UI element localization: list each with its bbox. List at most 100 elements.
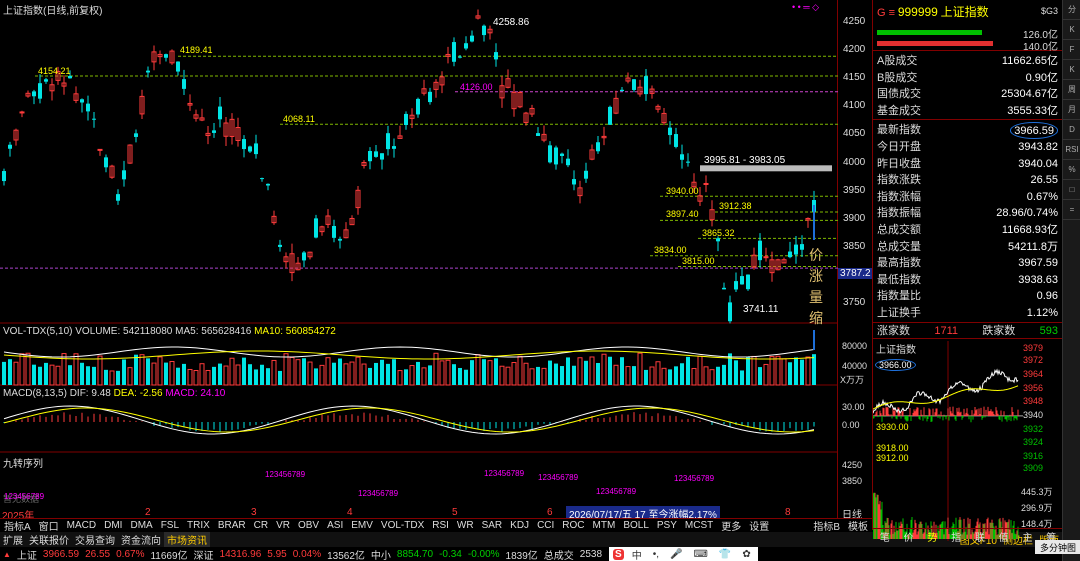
tab-value[interactable]: 值: [999, 529, 1009, 544]
minute-chart-icon[interactable]: 分: [1063, 0, 1080, 20]
tab-vol-tdx[interactable]: VOL-TDX: [377, 520, 428, 531]
intraday-chart[interactable]: 上证指数 3966.00 3930.00 3918.00 3912.00 397…: [873, 338, 1062, 543]
volume-bar: [637, 352, 643, 386]
volume-bar: [769, 356, 775, 386]
tab-vr[interactable]: VR: [272, 520, 294, 531]
tab-trix[interactable]: TRIX: [183, 520, 214, 531]
skin-icon[interactable]: 👕: [716, 549, 734, 560]
tab-brar[interactable]: BRAR: [214, 520, 250, 531]
tab-macd[interactable]: MACD: [63, 520, 100, 531]
ime-punct-icon[interactable]: •,: [650, 549, 662, 560]
zx-name[interactable]: 中小: [368, 547, 394, 561]
trade-query-button[interactable]: 交易查询: [72, 532, 118, 547]
macd-axis-tick: 30.00: [842, 402, 865, 412]
tab-index[interactable]: 指: [951, 529, 961, 544]
candle-body: [104, 157, 108, 168]
tab-indicator-b[interactable]: 指标B: [809, 518, 844, 533]
volume-bar: [218, 363, 222, 385]
candle-body: [668, 127, 672, 136]
tab-wr[interactable]: WR: [453, 520, 478, 531]
candle-body: [674, 134, 678, 147]
week-icon[interactable]: 周: [1063, 80, 1080, 100]
equal-icon[interactable]: =: [1063, 200, 1080, 220]
volume-bar: [235, 364, 241, 386]
tab-kdj[interactable]: KDJ: [506, 520, 533, 531]
tab-dma[interactable]: DMA: [126, 520, 156, 531]
level-label: 3834.00: [654, 245, 687, 255]
tab-roc[interactable]: ROC: [558, 520, 588, 531]
candle-body: [19, 111, 25, 114]
tab-rsi[interactable]: RSI: [428, 520, 453, 531]
volume-bar: [674, 366, 678, 385]
tab-window[interactable]: 窗口: [35, 518, 63, 533]
kline-icon[interactable]: K: [1063, 20, 1080, 40]
tab-mcst[interactable]: MCST: [681, 520, 717, 531]
tab-fsl[interactable]: FSL: [157, 520, 183, 531]
f-icon[interactable]: F: [1063, 40, 1080, 60]
tab-emv[interactable]: EMV: [347, 520, 377, 531]
expand-button[interactable]: 扩展: [0, 532, 26, 547]
rsi-icon[interactable]: RSI: [1063, 140, 1080, 160]
intraday-level: 3912.00: [876, 453, 909, 464]
tab-psy[interactable]: PSY: [653, 520, 681, 531]
intraday-svg: [873, 341, 1023, 542]
kline2-icon[interactable]: K: [1063, 60, 1080, 80]
tab-more[interactable]: 更多: [717, 518, 745, 533]
market-news-button[interactable]: 市场资讯: [164, 532, 210, 547]
tab-settings[interactable]: 设置: [745, 518, 773, 533]
tab-linked[interactable]: 联: [975, 529, 985, 544]
volume-bar: [283, 353, 289, 386]
fund-flow-button[interactable]: 资金流向: [118, 532, 164, 547]
kline-chart-area[interactable]: 上证指数(日线,前复权) • • ═ ◇ 4258.86 3741.11 399…: [0, 0, 838, 522]
candle-body: [458, 56, 462, 58]
volume-bar: [734, 360, 738, 385]
tab-sar[interactable]: SAR: [478, 520, 507, 531]
total-label: 总成交: [543, 550, 574, 561]
candle-body: [116, 194, 120, 201]
sz-name[interactable]: 深证: [191, 547, 217, 561]
intraday-axis-tick: 3909: [1023, 463, 1044, 474]
volume-bar: [368, 367, 372, 385]
volume-bar: [104, 369, 108, 385]
tab-template[interactable]: 模板: [844, 518, 872, 533]
tab-indicator-a[interactable]: 指标A: [0, 518, 35, 533]
candle-body: [644, 76, 648, 95]
tab-dmi[interactable]: DMI: [100, 520, 126, 531]
microphone-icon[interactable]: 🎤: [667, 549, 685, 560]
volume-bar: [794, 357, 798, 385]
multi-minute-button[interactable]: 多分钟图: [1035, 540, 1080, 554]
candle-body: [686, 161, 690, 163]
time-axis-label: 2: [145, 507, 151, 518]
related-quote-button[interactable]: 关联报价: [26, 532, 72, 547]
ime-logo-icon[interactable]: S: [613, 548, 624, 560]
ime-toolbar[interactable]: S 中 •, 🎤 ⌨ 👕 ✿: [609, 547, 758, 561]
price-axis-tick: 4200: [843, 44, 866, 56]
sh-name[interactable]: 上证: [14, 547, 40, 561]
percent-icon[interactable]: %: [1063, 160, 1080, 180]
tab-boll[interactable]: BOLL: [619, 520, 653, 531]
candle-body: [80, 99, 84, 103]
volume-bar: [392, 359, 396, 385]
zx-amount: 1839亿: [505, 550, 538, 561]
tab-obv[interactable]: OBV: [294, 520, 323, 531]
square-icon[interactable]: □: [1063, 180, 1080, 200]
tab-cr[interactable]: CR: [250, 520, 272, 531]
tab-price[interactable]: 价: [904, 529, 914, 544]
current-price-tag: 3787.2: [838, 268, 873, 279]
tab-ticks[interactable]: 笔: [880, 529, 890, 544]
tab-asi[interactable]: ASI: [323, 520, 347, 531]
tab-cci[interactable]: CCI: [533, 520, 558, 531]
volume-bar: [601, 353, 607, 386]
d-icon[interactable]: D: [1063, 120, 1080, 140]
tab-main[interactable]: 主: [1022, 529, 1032, 544]
zx-price: 8854.70: [396, 548, 434, 560]
candle-body: [482, 25, 486, 36]
candle-body: [620, 89, 624, 92]
tab-mtm[interactable]: MTM: [589, 520, 620, 531]
tab-trend[interactable]: 势: [927, 529, 937, 544]
apps-icon[interactable]: ✿: [739, 549, 753, 560]
ime-lang-icon[interactable]: 中: [629, 547, 645, 561]
group-icon[interactable]: G ≡: [877, 7, 895, 19]
keyboard-icon[interactable]: ⌨: [690, 549, 710, 560]
month-icon[interactable]: 月: [1063, 100, 1080, 120]
